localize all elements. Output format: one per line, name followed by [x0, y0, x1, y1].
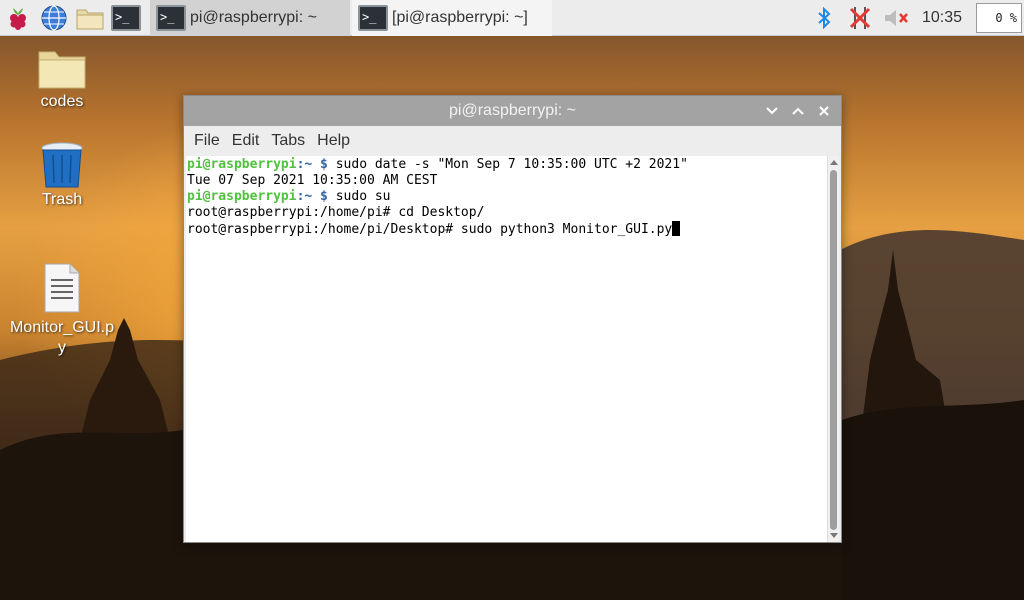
- terminal-line: pi@raspberrypi:~ $ sudo su: [187, 189, 829, 205]
- close-button[interactable]: [815, 102, 833, 120]
- system-tray: 10:35 0 %: [806, 0, 1024, 36]
- menu-help[interactable]: Help: [311, 132, 356, 150]
- trash-icon: [41, 142, 83, 188]
- chevron-up-icon: [792, 107, 804, 115]
- prompt-path: :~ $: [296, 189, 328, 204]
- terminal-icon[interactable]: >_: [108, 0, 144, 36]
- folder-icon: [38, 51, 86, 89]
- volume-muted-icon[interactable]: [878, 0, 914, 36]
- terminal-line: root@raspberrypi:/home/pi# cd Desktop/: [187, 205, 485, 220]
- terminal-line: Tue 07 Sep 2021 10:35:00 AM CEST: [187, 173, 438, 188]
- command-text: root@raspberrypi:/home/pi/Desktop# sudo …: [187, 222, 673, 237]
- menu-tabs[interactable]: Tabs: [265, 132, 311, 150]
- terminal-line: pi@raspberrypi:~ $ sudo date -s "Mon Sep…: [187, 157, 829, 173]
- file-manager-icon[interactable]: [72, 0, 108, 36]
- window-title: pi@raspberrypi: ~: [449, 102, 576, 119]
- taskbar-task-terminal-2[interactable]: >_ [pi@raspberrypi: ~]: [352, 0, 552, 36]
- maximize-button[interactable]: [789, 102, 807, 120]
- text-file-icon: [44, 263, 80, 313]
- desktop-icon-monitor-gui[interactable]: Monitor_GUI.py: [7, 262, 117, 358]
- bluetooth-icon[interactable]: [806, 0, 842, 36]
- scroll-up-arrow-icon[interactable]: [830, 160, 838, 165]
- desktop-icon-label: Monitor_GUI.py: [9, 319, 115, 356]
- cpu-monitor[interactable]: 0 %: [976, 2, 1022, 33]
- desktop-icon-trash[interactable]: Trash: [7, 140, 117, 210]
- terminal-icon: >_: [358, 4, 388, 31]
- chevron-down-icon: [766, 107, 778, 115]
- text-cursor: [672, 221, 681, 236]
- web-browser-icon[interactable]: [36, 0, 72, 36]
- taskbar-task-terminal[interactable]: >_ pi@raspberrypi: ~: [150, 0, 350, 36]
- close-icon: [819, 106, 829, 116]
- terminal-output[interactable]: pi@raspberrypi:~ $ sudo date -s "Mon Sep…: [186, 156, 829, 542]
- menubar: File Edit Tabs Help: [184, 126, 841, 156]
- minimize-button[interactable]: [763, 102, 781, 120]
- taskbar: >_ >_ pi@raspberrypi: ~ >_ [pi@raspberry…: [0, 0, 1024, 36]
- menu-edit[interactable]: Edit: [226, 132, 266, 150]
- scrollbar[interactable]: [827, 156, 839, 542]
- scrollbar-thumb[interactable]: [830, 170, 837, 530]
- command-text: sudo su: [327, 189, 391, 204]
- desktop-icon-label: codes: [40, 93, 84, 110]
- raspberry-menu-icon[interactable]: [0, 0, 36, 36]
- clock[interactable]: 10:35: [914, 9, 970, 27]
- terminal-line: root@raspberrypi:/home/pi/Desktop# sudo …: [187, 221, 829, 238]
- window-titlebar[interactable]: pi@raspberrypi: ~: [184, 96, 841, 126]
- command-text: sudo date -s "Mon Sep 7 10:35:00 UTC +2 …: [327, 157, 688, 172]
- terminal-window: pi@raspberrypi: ~ File Edit Tabs Help pi…: [183, 95, 842, 543]
- prompt-path: :~ $: [296, 157, 328, 172]
- scroll-down-arrow-icon[interactable]: [830, 533, 838, 538]
- prompt-user: pi@raspberrypi: [187, 189, 297, 204]
- prompt-user: pi@raspberrypi: [187, 157, 297, 172]
- task-label: [pi@raspberrypi: ~]: [392, 8, 528, 26]
- desktop-icon-codes[interactable]: codes: [7, 46, 117, 112]
- task-label: pi@raspberrypi: ~: [190, 8, 317, 26]
- terminal-icon: >_: [156, 4, 186, 31]
- menu-file[interactable]: File: [188, 132, 226, 150]
- network-disconnected-icon[interactable]: [842, 0, 878, 36]
- desktop-icon-label: Trash: [41, 191, 83, 208]
